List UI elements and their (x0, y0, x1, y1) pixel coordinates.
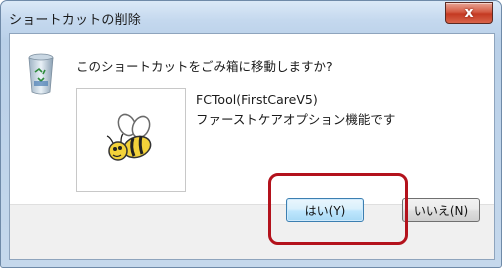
confirmation-question: このショートカットをごみ箱に移動しますか? (76, 59, 333, 74)
item-preview (76, 88, 186, 192)
no-button[interactable]: いいえ(N) (402, 198, 480, 222)
title-bar[interactable]: ショートカットの削除 x (1, 1, 501, 37)
item-name: FCTool(FirstCareV5) (196, 92, 318, 107)
delete-shortcut-dialog: ショートカットの削除 x このショートカットをごみ箱に移動しますか? FCToo… (0, 0, 502, 268)
item-description: ファーストケアオプション機能です (196, 112, 396, 127)
dialog-content: このショートカットをごみ箱に移動しますか? FCTool(FirstCareV5… (9, 33, 495, 260)
bee-icon (106, 113, 152, 161)
close-button[interactable]: x (445, 2, 493, 24)
highlight-annotation (268, 173, 408, 245)
recycle-bin-icon (28, 53, 54, 95)
window-title: ショートカットの削除 (9, 13, 142, 28)
